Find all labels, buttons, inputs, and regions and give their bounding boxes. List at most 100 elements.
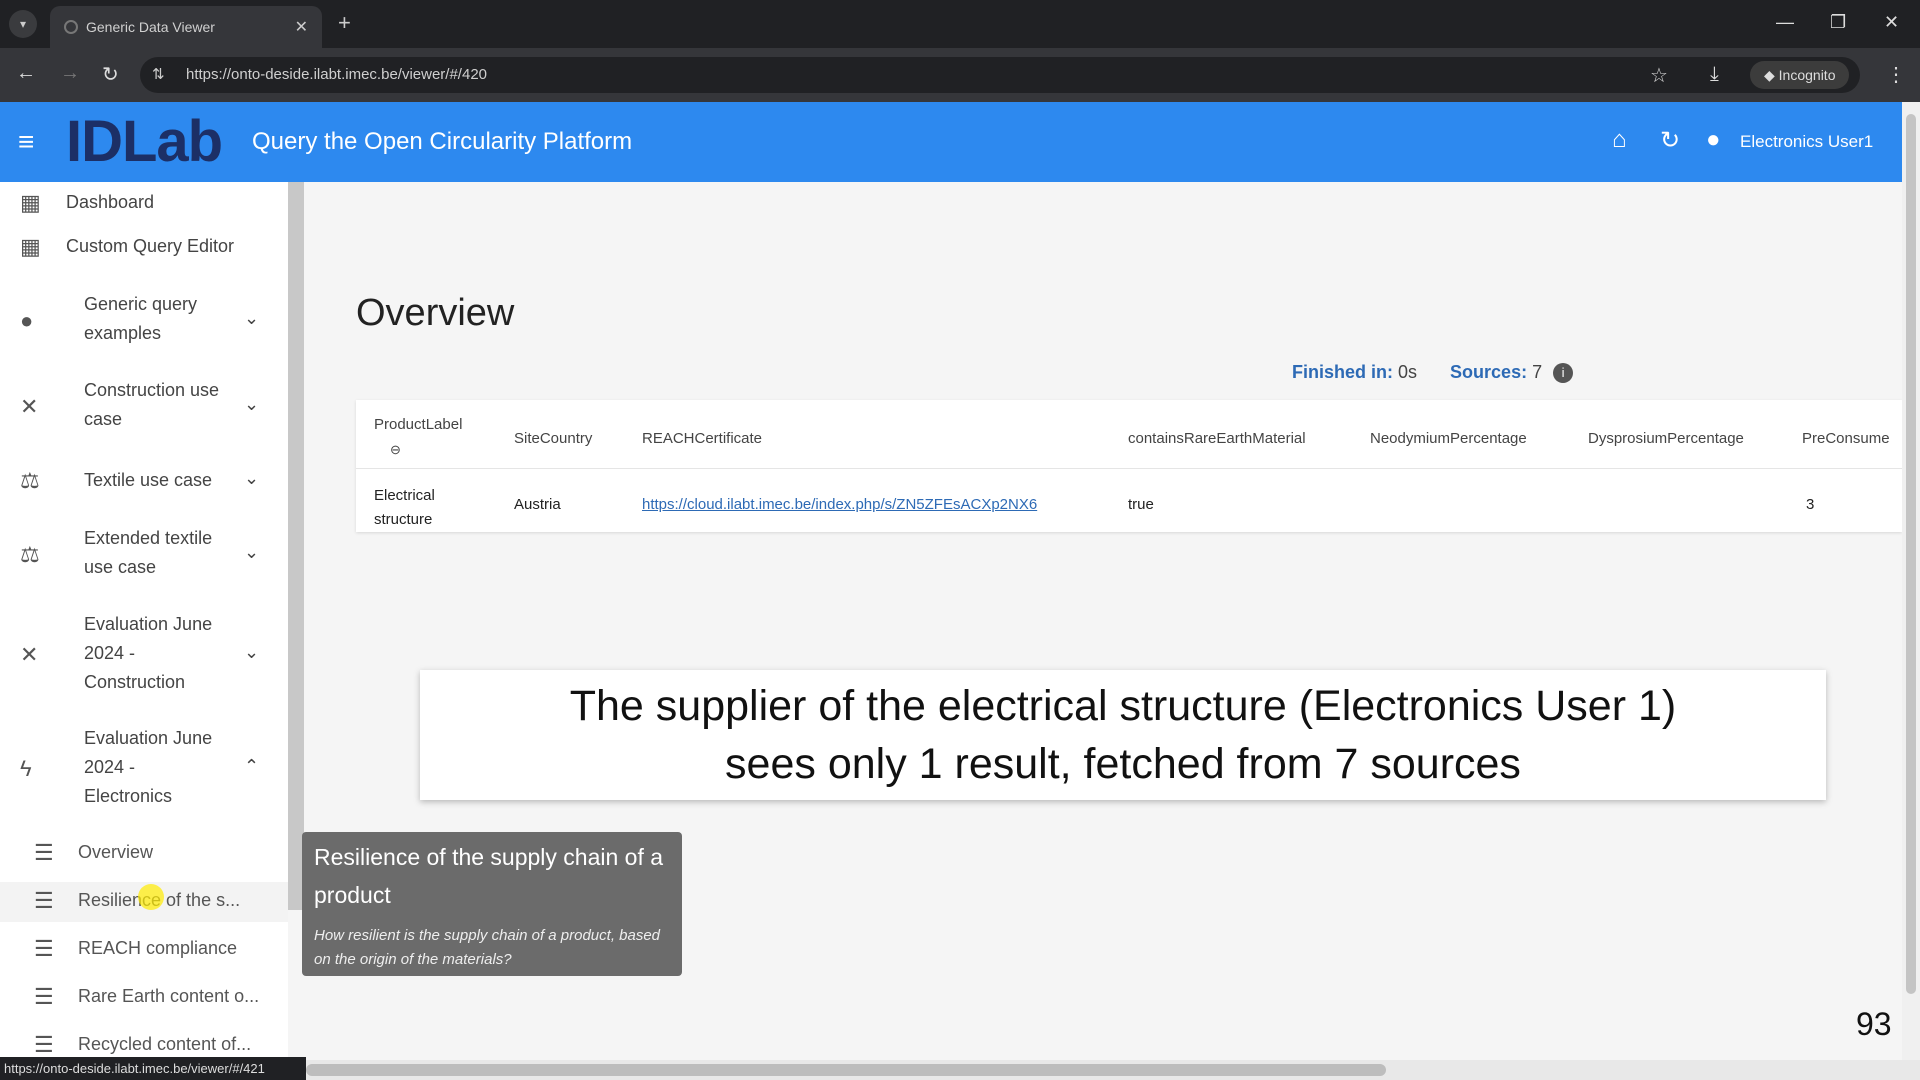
clear-cache-icon[interactable]: ⌂: [1612, 126, 1627, 154]
url-text[interactable]: https://onto-deside.ilabt.imec.be/viewer…: [186, 66, 487, 83]
column-header[interactable]: SiteCountry: [514, 430, 592, 447]
column-header[interactable]: DysprosiumPercentage: [1588, 430, 1744, 447]
row-divider: [356, 468, 1902, 469]
idlab-logo: IDLab: [66, 109, 223, 174]
sidebar-group-extended-textile[interactable]: ⚖ Extended textile use case ⌄: [0, 524, 288, 586]
browser-menu-icon[interactable]: ⋮: [1886, 62, 1906, 87]
results-table: ProductLabel ⊖ SiteCountry REACHCertific…: [356, 400, 1902, 532]
column-header[interactable]: ProductLabel: [374, 416, 462, 433]
sidebar-group-textile[interactable]: ⚖ Textile use case ⌄: [0, 462, 288, 502]
tooltip-title: Resilience of the supply chain of a prod…: [314, 844, 664, 908]
tooltip: Resilience of the supply chain of a prod…: [302, 832, 682, 976]
chevron-down-icon[interactable]: ⌄: [244, 642, 259, 663]
bolt-icon: ϟ: [20, 756, 32, 781]
incognito-label: Incognito: [1778, 67, 1836, 83]
sidebar-item-custom-query-editor[interactable]: ▦ Custom Query Editor: [0, 230, 288, 266]
textile-icon: ⚖: [20, 468, 40, 493]
chevron-down-icon[interactable]: ⌄: [244, 394, 259, 415]
tools-icon: ✕: [20, 642, 39, 667]
tooltip-description: How resilient is the supply chain of a p…: [314, 927, 661, 968]
new-tab-icon[interactable]: +: [338, 10, 351, 36]
bookmark-star-icon[interactable]: ☆: [1650, 63, 1668, 88]
refresh-icon[interactable]: ↻: [1660, 126, 1680, 155]
reach-certificate-link[interactable]: https://cloud.ilabt.imec.be/index.php/s/…: [642, 496, 1037, 513]
sidebar-item-label: Dashboard: [66, 192, 155, 212]
incognito-icon: ◆: [1764, 67, 1779, 83]
sources-label: Sources:: [1450, 362, 1528, 382]
caption-line: The supplier of the electrical structure…: [569, 682, 1677, 730]
back-icon[interactable]: ←: [16, 62, 36, 85]
page-title: Overview: [356, 292, 515, 334]
account-icon[interactable]: ●: [1706, 126, 1721, 154]
menu-icon[interactable]: ≡: [18, 126, 34, 158]
table-cell: true: [1128, 496, 1154, 513]
column-header[interactable]: NeodymiumPercentage: [1370, 430, 1527, 447]
chevron-down-icon[interactable]: ⌄: [244, 542, 259, 563]
sidebar-subitem-overview[interactable]: ☰ Overview: [0, 834, 288, 874]
textile-icon: ⚖: [20, 542, 40, 567]
reload-icon[interactable]: ↻: [102, 62, 119, 87]
sidebar-subitem-reach-compliance[interactable]: ☰ REACH compliance: [0, 930, 288, 970]
chevron-down-icon[interactable]: ⌄: [244, 468, 259, 489]
restore-icon[interactable]: ❐: [1830, 12, 1846, 33]
list-icon: ☰: [34, 888, 54, 913]
sidebar-group-eval-electronics[interactable]: ϟ Evaluation June 2024 - Electronics ⌃: [0, 724, 288, 814]
app-title: Query the Open Circularity Platform: [252, 128, 633, 155]
finished-value: 0s: [1398, 362, 1418, 382]
user-name[interactable]: Electronics User1: [1740, 132, 1873, 152]
caption-box: The supplier of the electrical structure…: [420, 670, 1826, 800]
tools-icon: ✕: [20, 394, 39, 419]
slide-page-number: 93: [1856, 1006, 1892, 1042]
tab-close-icon[interactable]: ✕: [295, 17, 308, 37]
scroll-thumb[interactable]: [1906, 114, 1916, 994]
address-bar[interactable]: ⇅ https://onto-deside.ilabt.imec.be/view…: [140, 57, 1860, 93]
tab-search-icon[interactable]: ▾: [9, 10, 37, 38]
browser-tab[interactable]: Generic Data Viewer ✕: [50, 6, 322, 48]
cursor-highlight: [138, 884, 164, 910]
forward-icon[interactable]: →: [60, 62, 80, 85]
sidebar-group-label: Evaluation June 2024 - Construction: [84, 614, 213, 692]
tab-favicon-icon: [64, 20, 78, 34]
sidebar-subitem-label: Rare Earth content o...: [78, 986, 260, 1006]
finished-label: Finished in:: [1292, 362, 1393, 382]
chevron-up-icon[interactable]: ⌃: [244, 756, 259, 777]
list-icon: ☰: [34, 840, 54, 865]
sidebar-subitem-rare-earth[interactable]: ☰ Rare Earth content o...: [0, 978, 288, 1018]
sidebar-group-eval-construction[interactable]: ✕ Evaluation June 2024 - Construction ⌄: [0, 610, 288, 700]
column-header[interactable]: PreConsume: [1802, 430, 1890, 447]
list-icon: ☰: [34, 984, 54, 1009]
sidebar-group-label: Extended textile use case: [84, 528, 213, 577]
column-header[interactable]: containsRareEarthMaterial: [1128, 430, 1306, 447]
app-bar: ≡ IDLab Query the Open Circularity Platf…: [0, 102, 1902, 182]
table-cell: Austria: [514, 496, 561, 513]
sidebar-item-label: Custom Query Editor: [66, 236, 235, 256]
sidebar-scrollbar[interactable]: [288, 182, 304, 910]
chevron-down-icon[interactable]: ⌄: [244, 308, 259, 329]
scroll-thumb[interactable]: [306, 1064, 1386, 1076]
site-info-icon[interactable]: ⇅: [152, 65, 165, 83]
apps-icon: ▦: [20, 234, 41, 259]
sidebar-subitem-recycled-content[interactable]: ☰ Recycled content of...: [0, 1026, 288, 1060]
sidebar-group-label: Construction use case: [84, 380, 220, 429]
download-icon[interactable]: ⤓: [1710, 63, 1719, 86]
link-icon[interactable]: ⊖: [390, 442, 401, 458]
column-header[interactable]: REACHCertificate: [642, 430, 762, 447]
incognito-badge[interactable]: ◆ Incognito: [1750, 61, 1850, 89]
sidebar-item-dashboard[interactable]: ▦ Dashboard: [0, 186, 288, 222]
table-cell: 3: [1806, 496, 1815, 513]
browser-tab-strip: ▾ Generic Data Viewer ✕ + — ❐ ✕: [0, 0, 1920, 48]
sidebar-subitem-label: REACH compliance: [78, 938, 238, 958]
table-horizontal-scrollbar[interactable]: [306, 1060, 1920, 1080]
tab-title: Generic Data Viewer: [86, 19, 215, 35]
dashboard-icon: ▦: [20, 190, 41, 215]
list-icon: ☰: [34, 936, 54, 961]
caption-line: sees only 1 result, fetched from 7 sourc…: [725, 740, 1521, 788]
close-window-icon[interactable]: ✕: [1884, 12, 1899, 33]
sidebar-group-construction[interactable]: ✕ Construction use case ⌄: [0, 376, 288, 438]
sources-info-icon[interactable]: i: [1553, 363, 1574, 384]
minimize-icon[interactable]: —: [1776, 12, 1794, 33]
page-vertical-scrollbar[interactable]: [1902, 102, 1920, 1060]
table-cell: Electrical structure: [374, 487, 435, 528]
info-icon: ●: [20, 308, 34, 333]
sidebar-group-generic-query-examples[interactable]: ● Generic query examples ⌄: [0, 290, 288, 352]
